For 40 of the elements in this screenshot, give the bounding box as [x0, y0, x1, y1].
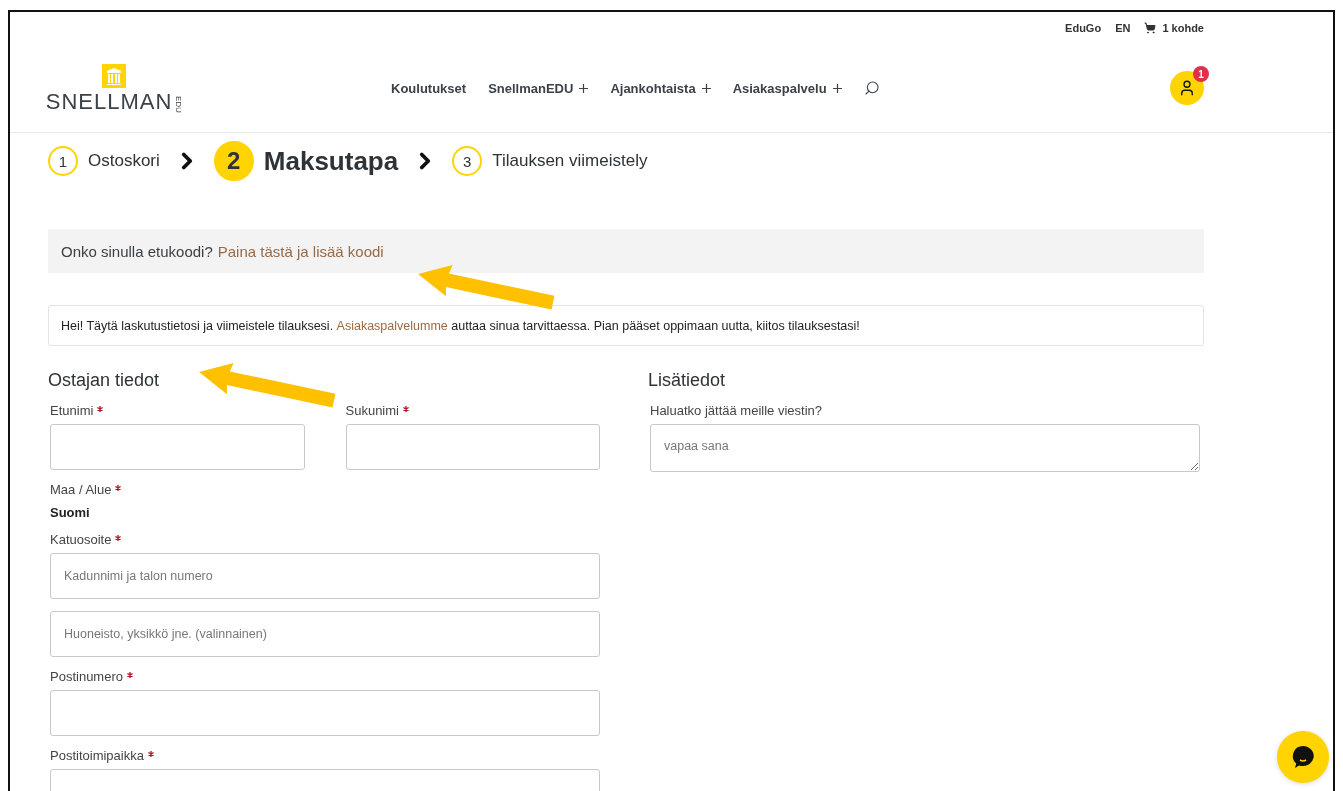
field-label: Haluatko jättää meille viestin?: [650, 403, 823, 418]
checkout-step[interactable]: 3 Tilauksen viimeistely: [452, 146, 648, 176]
cart-link[interactable]: 1 kohde: [1144, 22, 1204, 34]
input-field[interactable]: Kadunnimi ja talon numero: [50, 553, 600, 599]
notice-message: Hei! Täytä laskutustietosi ja viimeistele tilauksesi. Asiakaspalvelumme auttaa sinua tarvittaessa. Pian pääset oppimaan uutta, kiitos tilauksestasi!: [48, 305, 1204, 346]
section-heading: Lisätiedot: [648, 370, 727, 391]
field-value: Suomi: [50, 505, 91, 520]
nav-link[interactable]: Ajankohtaista: [610, 80, 711, 96]
nav-link[interactable]: SnellmanEDU: [488, 80, 589, 96]
input-field[interactable]: [345, 424, 600, 470]
checkout-step[interactable]: 1 Ostoskori: [48, 146, 160, 176]
message-field[interactable]: vapaa sana: [650, 424, 1200, 472]
field-label: Sukunimi: [345, 403, 600, 418]
top-link[interactable]: EduGo: [1065, 22, 1102, 34]
chat-bubble-icon: [1290, 744, 1316, 770]
nav-link[interactable]: Asiakaspalvelu: [732, 80, 842, 96]
input-field[interactable]: [50, 424, 305, 470]
search-icon[interactable]: [863, 80, 880, 96]
customer-service-link[interactable]: Asiakaspalvelumme: [336, 318, 448, 333]
field-label: Etunimi: [50, 403, 305, 418]
logo-text: SNELLMAN: [45, 90, 173, 113]
top-link[interactable]: EN: [1115, 22, 1131, 34]
chat-button[interactable]: [1277, 731, 1329, 783]
field-label: Katuosoite: [50, 532, 600, 547]
field-label: Postinumero: [50, 669, 600, 684]
logo-icon: [102, 63, 126, 88]
logo-suffix: EDU: [174, 95, 183, 113]
field-label: Postitoimipaikka: [50, 748, 600, 763]
nav-link[interactable]: Koulutukset: [391, 80, 467, 96]
cart-icon: [1144, 22, 1157, 34]
checkout-step[interactable]: 2 Maksutapa: [213, 141, 399, 181]
account-button[interactable]: [1170, 71, 1204, 105]
input-field[interactable]: Huoneisto, yksikkö jne. (valinnainen): [50, 611, 600, 657]
coupon-text: Onko sinulla etukoodi?: [61, 242, 213, 260]
section-heading: Ostajan tiedot: [48, 370, 161, 391]
user-icon: [1178, 79, 1196, 97]
coupon-link[interactable]: Paina tästä ja lisää koodi: [217, 242, 384, 260]
notification-badge: 1: [1193, 66, 1209, 82]
field-label: Maa / Alue: [50, 482, 600, 497]
input-field[interactable]: [50, 690, 600, 736]
